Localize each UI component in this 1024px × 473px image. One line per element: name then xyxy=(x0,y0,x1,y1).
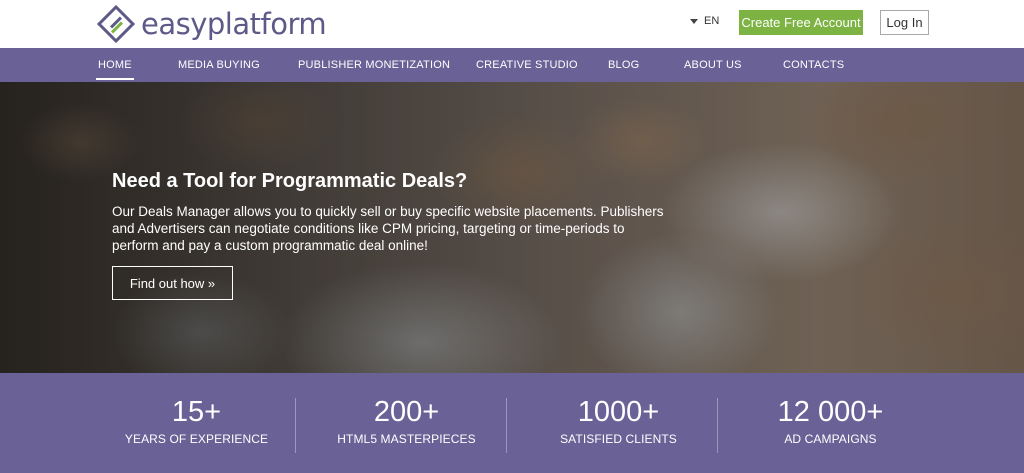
stat-number: 15+ xyxy=(171,396,222,428)
stat-divider xyxy=(506,398,507,453)
hero-banner: Need a Tool for Programmatic Deals? Our … xyxy=(0,82,1024,373)
language-selector[interactable]: EN xyxy=(690,15,719,27)
caret-down-icon xyxy=(690,18,698,24)
stats-bar: 15+ YEARS OF EXPERIENCE 200+ HTML5 MASTE… xyxy=(0,373,1024,473)
stat-label: AD CAMPAIGNS xyxy=(784,432,877,446)
nav-item-blog[interactable]: BLOG xyxy=(608,48,639,82)
stat-number: 200+ xyxy=(373,396,440,428)
nav-item-contacts[interactable]: CONTACTS xyxy=(783,48,844,82)
nav-item-publisher-monetization[interactable]: PUBLISHER MONETIZATION xyxy=(298,48,450,82)
stat-label: YEARS OF EXPERIENCE xyxy=(124,432,269,446)
nav-item-creative-studio[interactable]: CREATIVE STUDIO xyxy=(476,48,578,82)
stat-masterpieces: 200+ HTML5 MASTERPIECES xyxy=(301,395,512,447)
stat-label: HTML5 MASTERPIECES xyxy=(337,432,476,446)
stat-campaigns: 12 000+ AD CAMPAIGNS xyxy=(725,395,936,447)
language-label: EN xyxy=(704,15,720,27)
hero-title: Need a Tool for Programmatic Deals? xyxy=(112,170,468,192)
hero-description: Our Deals Manager allows you to quickly … xyxy=(112,204,664,253)
stat-clients: 1000+ SATISFIED CLIENTS xyxy=(513,395,724,447)
stat-divider xyxy=(295,398,296,453)
stat-number: 12 000+ xyxy=(777,396,884,428)
logo-text: easyplatform xyxy=(141,7,327,41)
nav-item-about-us[interactable]: ABOUT US xyxy=(684,48,742,82)
header: easyplatform EN Create Free Account Log … xyxy=(0,0,1024,48)
stat-label: SATISFIED CLIENTS xyxy=(560,432,677,446)
easyplatform-logo-icon xyxy=(96,4,136,44)
find-out-how-button[interactable]: Find out how » xyxy=(112,266,233,300)
login-button[interactable]: Log In xyxy=(880,10,929,35)
main-nav: HOME MEDIA BUYING PUBLISHER MONETIZATION… xyxy=(0,48,1024,82)
nav-item-media-buying[interactable]: MEDIA BUYING xyxy=(178,48,260,82)
stat-number: 1000+ xyxy=(577,396,660,428)
stat-divider xyxy=(717,398,718,453)
create-free-account-button[interactable]: Create Free Account xyxy=(739,10,863,35)
logo[interactable]: easyplatform xyxy=(96,4,327,44)
stat-years: 15+ YEARS OF EXPERIENCE xyxy=(91,395,302,447)
nav-item-home[interactable]: HOME xyxy=(96,48,134,82)
